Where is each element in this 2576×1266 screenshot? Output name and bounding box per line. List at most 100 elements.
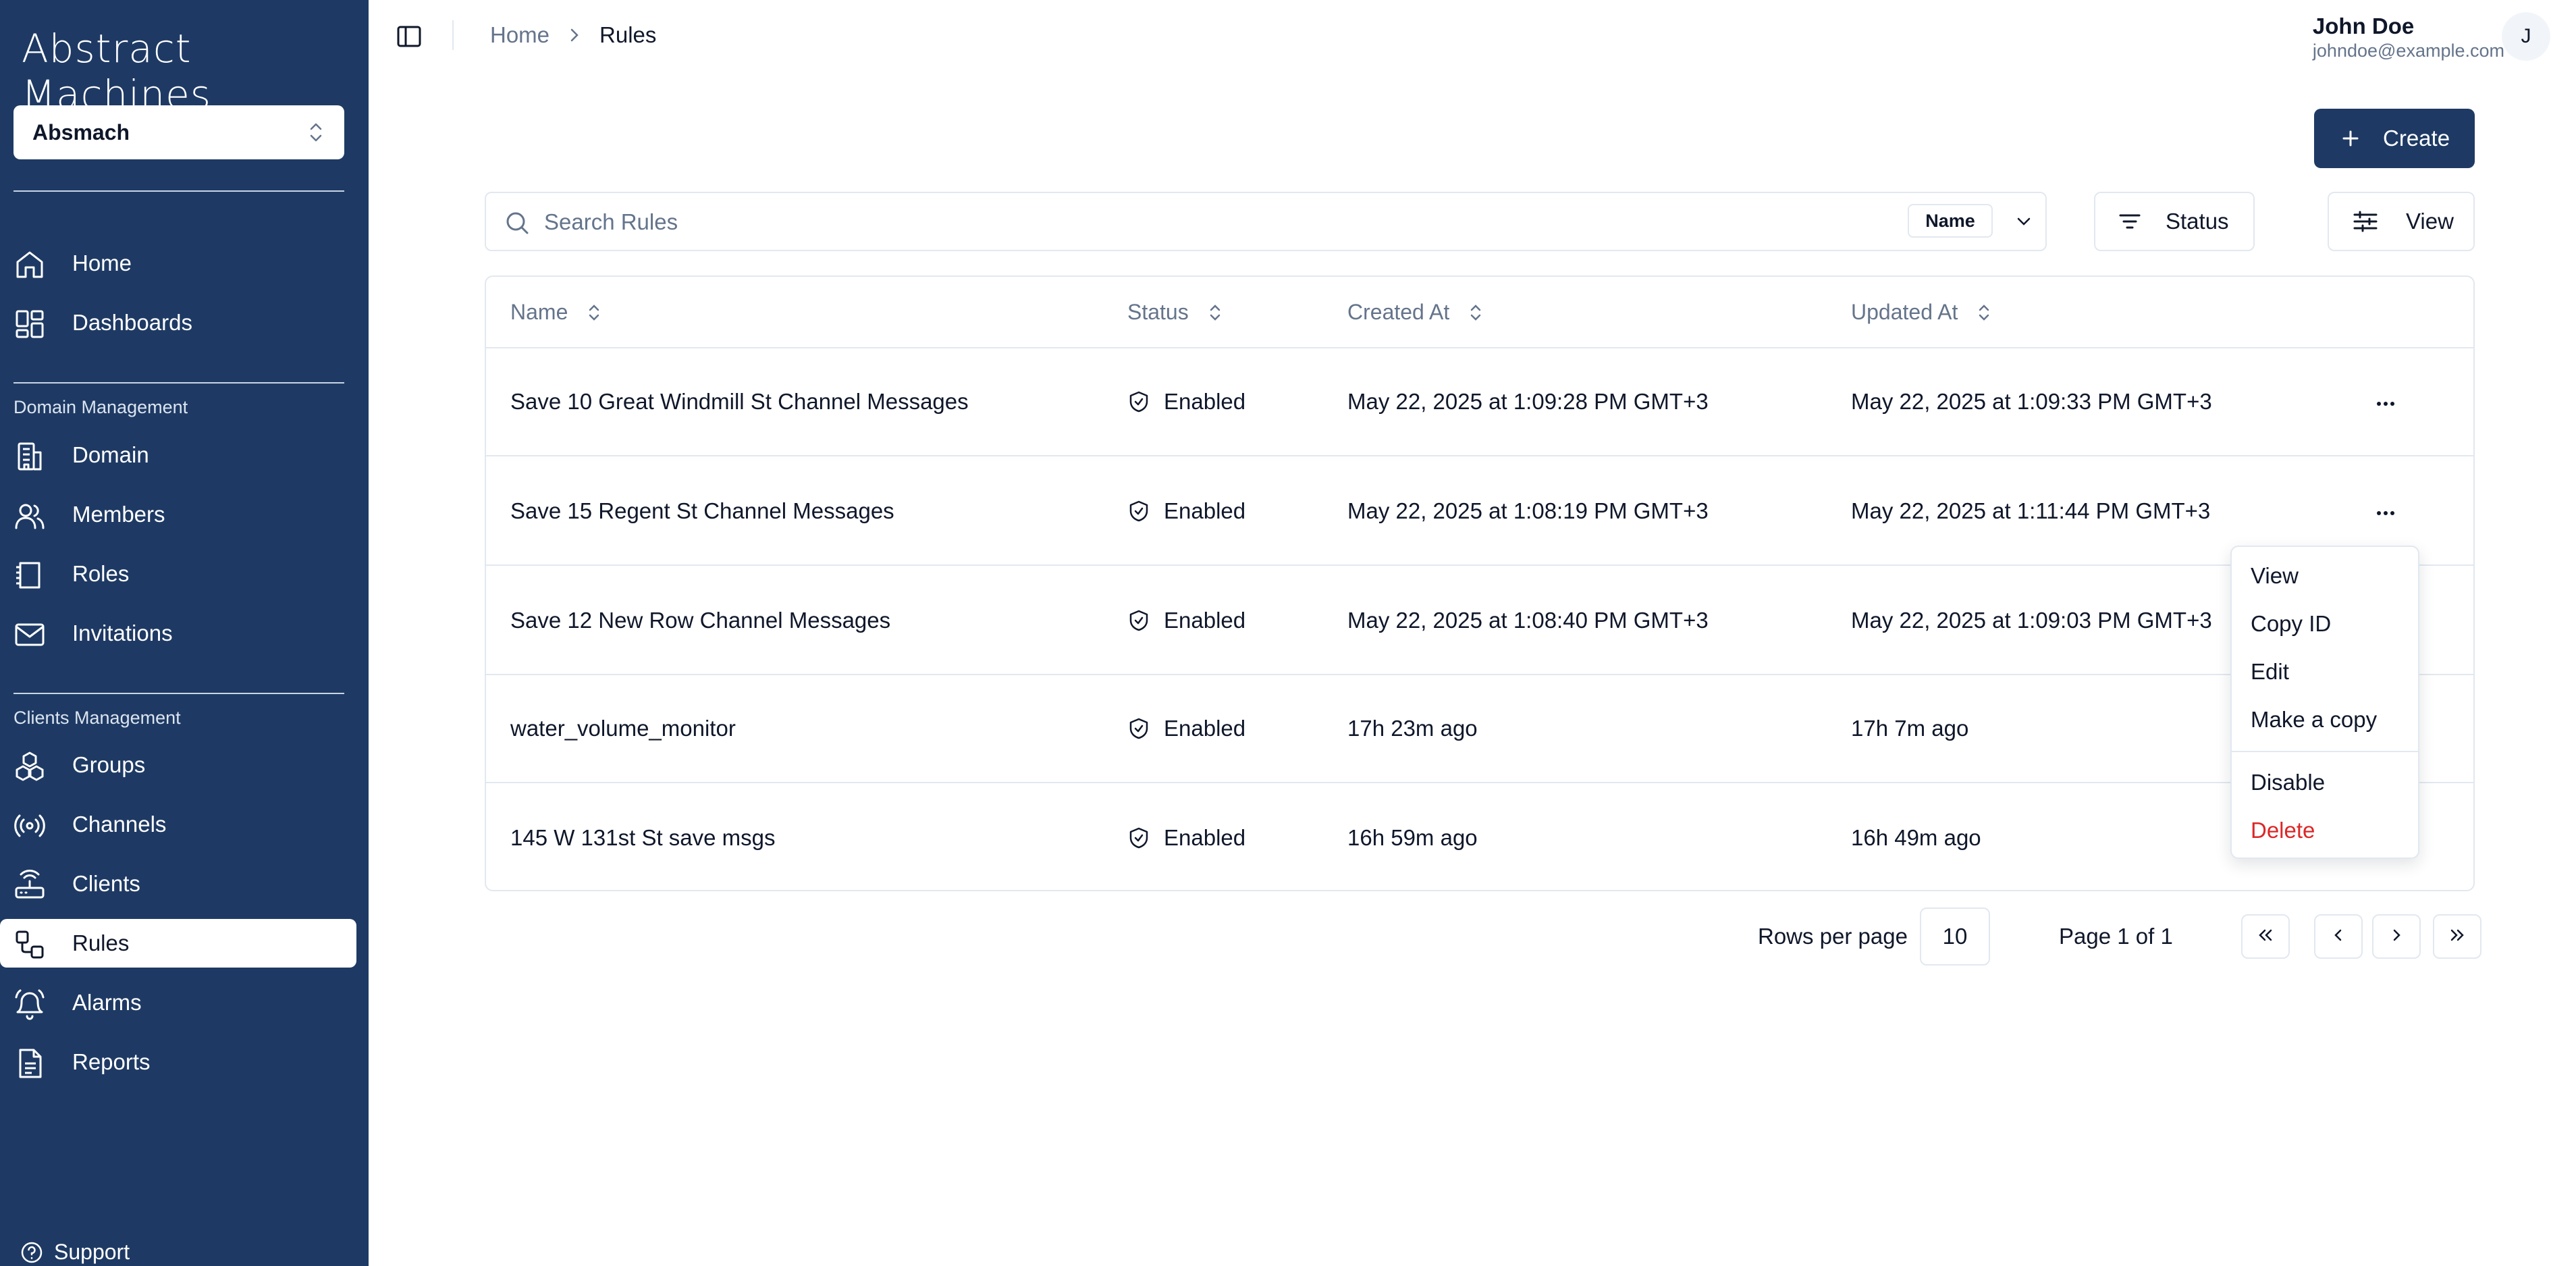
sidebar-item-label: Domain — [72, 442, 149, 467]
rule-created-at: May 22, 2025 at 1:08:40 PM GMT+3 — [1347, 608, 1709, 633]
status-filter-button[interactable]: Status — [2094, 192, 2255, 251]
rule-status: Enabled — [1127, 825, 1245, 851]
rule-updated-at: 16h 49m ago — [1851, 825, 1981, 850]
section-label-clients: Clients Management — [14, 708, 181, 728]
menu-item-disable[interactable]: Disable — [2251, 770, 2325, 795]
search-box — [485, 192, 2047, 251]
rule-updated-at: May 22, 2025 at 1:09:33 PM GMT+3 — [1851, 389, 2212, 414]
breadcrumb-home[interactable]: Home — [490, 22, 549, 48]
menu-item-make-copy[interactable]: Make a copy — [2251, 707, 2377, 733]
chevron-right-icon — [564, 25, 585, 45]
menu-item-copy-id[interactable]: Copy ID — [2251, 611, 2331, 637]
next-page-button[interactable] — [2372, 914, 2421, 959]
sidebar-item-dashboards[interactable]: Dashboards — [0, 298, 356, 347]
sidebar-item-home[interactable]: Home — [0, 239, 356, 288]
search-icon — [504, 209, 531, 236]
sort-icon — [1974, 302, 1994, 323]
table-row[interactable]: Save 10 Great Windmill St Channel Messag… — [486, 348, 2473, 456]
chevron-down-icon[interactable] — [2013, 211, 2035, 232]
help-circle-icon — [20, 1241, 43, 1264]
rule-name: Save 10 Great Windmill St Channel Messag… — [510, 389, 969, 414]
sidebar-item-label: Reports — [72, 1049, 151, 1074]
more-horizontal-icon[interactable] — [2372, 500, 2399, 527]
sidebar-item-alarms[interactable]: Alarms — [0, 978, 356, 1027]
table-row[interactable]: Save 15 Regent St Channel Messages Enabl… — [486, 458, 2473, 566]
section-label-domain: Domain Management — [14, 397, 188, 417]
sidebar-divider — [14, 693, 344, 694]
view-options-button[interactable]: View — [2328, 192, 2475, 251]
user-info[interactable]: John Doe johndoe@example.com — [2313, 14, 2504, 61]
menu-item-delete[interactable]: Delete — [2251, 818, 2315, 843]
org-selector[interactable]: Absmach — [14, 105, 344, 159]
rows-per-page-select[interactable]: 10 — [1920, 907, 1990, 966]
sidebar-item-domain[interactable]: Domain — [0, 431, 356, 479]
sidebar-item-clients[interactable]: Clients — [0, 860, 356, 908]
last-page-button[interactable] — [2433, 914, 2481, 959]
bell-icon — [14, 988, 46, 1020]
user-email: johndoe@example.com — [2312, 41, 2504, 61]
sidebar-item-groups[interactable]: Groups — [0, 741, 356, 789]
sidebar-item-label: Channels — [72, 812, 167, 837]
menu-item-view[interactable]: View — [2251, 563, 2299, 589]
table-row[interactable]: Save 12 New Row Channel Messages Enabled… — [486, 567, 2473, 675]
shield-check-icon — [1127, 500, 1150, 523]
toggle-sidebar-button[interactable] — [396, 23, 423, 50]
column-header-created-at[interactable]: Created At — [1347, 300, 1486, 325]
search-input[interactable] — [544, 204, 1827, 240]
previous-page-button[interactable] — [2314, 914, 2363, 959]
status-text: Enabled — [1164, 389, 1246, 414]
sidebar-item-label: Members — [72, 502, 165, 527]
chevron-right-icon — [2386, 925, 2407, 949]
sidebar-item-members[interactable]: Members — [0, 490, 356, 539]
more-horizontal-icon[interactable] — [2372, 390, 2399, 417]
rule-status: Enabled — [1127, 716, 1245, 741]
sidebar-divider — [14, 382, 344, 384]
sidebar-item-label: Rules — [72, 930, 130, 955]
sidebar-item-reports[interactable]: Reports — [0, 1038, 356, 1086]
column-header-status[interactable]: Status — [1127, 300, 1225, 325]
support-link[interactable]: Support — [20, 1240, 130, 1265]
avatar[interactable]: J — [2502, 12, 2550, 61]
column-header-name[interactable]: Name — [510, 300, 604, 325]
rule-name: 145 W 131st St save msgs — [510, 825, 776, 850]
shield-check-icon — [1127, 826, 1150, 849]
rules-table: Name Status Created At Updated At Save 1… — [485, 275, 2475, 891]
status-text: Enabled — [1164, 716, 1246, 741]
create-button[interactable]: Create — [2314, 109, 2475, 168]
header-separator — [452, 20, 454, 50]
sidebar-item-label: Groups — [72, 752, 146, 777]
sidebar-item-rules[interactable]: Rules — [0, 919, 356, 968]
home-icon — [14, 248, 46, 281]
page-indicator: Page 1 of 1 — [2059, 924, 2173, 949]
status-filter-label: Status — [2166, 209, 2229, 234]
rule-updated-at: May 22, 2025 at 1:11:44 PM GMT+3 — [1851, 498, 2211, 523]
building-icon — [14, 440, 46, 473]
sidebar-item-roles[interactable]: Roles — [0, 550, 356, 598]
rule-updated-at: 17h 7m ago — [1851, 716, 1969, 741]
table-row[interactable]: water_volume_monitor Enabled 17h 23m ago… — [486, 675, 2473, 783]
menu-item-edit[interactable]: Edit — [2251, 659, 2289, 685]
column-header-updated-at[interactable]: Updated At — [1851, 300, 1994, 325]
table-row[interactable]: 145 W 131st St save msgs Enabled 16h 59m… — [486, 785, 2473, 890]
sidebar-item-invitations[interactable]: Invitations — [0, 609, 356, 658]
sidebar-item-label: Alarms — [72, 990, 142, 1015]
breadcrumb: Home Rules — [490, 22, 656, 48]
shield-check-icon — [1127, 717, 1150, 740]
router-icon — [14, 869, 46, 901]
status-text: Enabled — [1164, 608, 1246, 633]
org-selector-label: Absmach — [32, 120, 130, 144]
sidebar: Abstract Machines Absmach Home Dashboard… — [0, 0, 369, 1266]
search-field-select[interactable]: Name — [1908, 204, 1993, 238]
sidebar-item-label: Invitations — [72, 621, 173, 645]
rule-name: Save 12 New Row Channel Messages — [510, 608, 891, 633]
app-logo: Abstract Machines — [22, 26, 212, 117]
roles-icon — [14, 559, 46, 591]
status-text: Enabled — [1164, 825, 1246, 850]
first-page-button[interactable] — [2241, 914, 2290, 959]
view-options-label: View — [2406, 209, 2454, 234]
shield-check-icon — [1127, 390, 1150, 413]
column-header-label: Status — [1127, 300, 1189, 324]
groups-icon — [14, 750, 46, 783]
sidebar-item-label: Home — [72, 250, 132, 275]
sidebar-item-channels[interactable]: Channels — [0, 800, 356, 849]
